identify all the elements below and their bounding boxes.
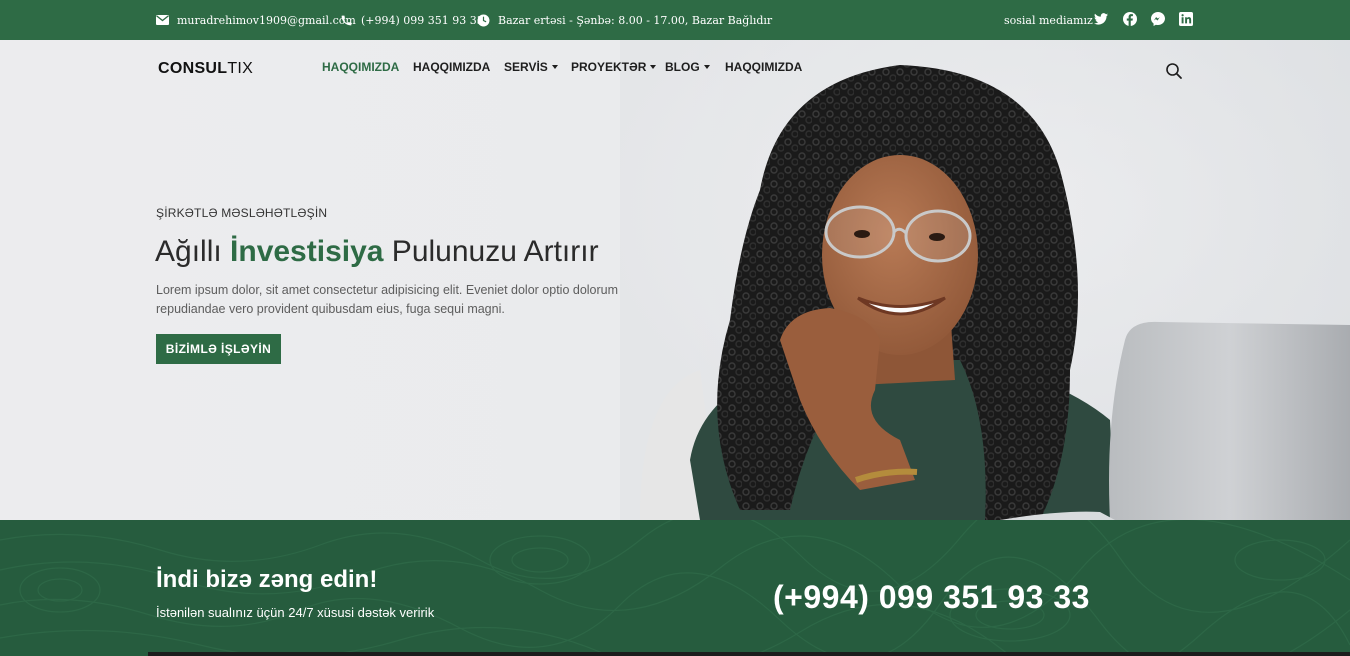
hero-section: CONSULTIX HAQQIMIZDA HAQQIMIZDA SERVİS P…: [0, 40, 1350, 520]
call-band-subtitle: İstənilən sualınız üçün 24/7 xüsusi dəst…: [156, 605, 435, 620]
topbar-email[interactable]: muradrehimov1909@gmail.com: [156, 0, 356, 40]
bottom-divider: [148, 652, 1350, 656]
topbar-phone-text: (+994) 099 351 93 33: [361, 13, 484, 27]
nav-item-label: HAQQIMIZDA: [413, 60, 491, 74]
topbar-email-text: muradrehimov1909@gmail.com: [177, 13, 356, 27]
caret-down-icon: [650, 65, 657, 69]
social-label: sosial mediamız: [1004, 13, 1093, 27]
linkedin-icon[interactable]: [1178, 11, 1194, 27]
nav-item-proyekter[interactable]: PROYEKTƏR: [571, 60, 657, 74]
messenger-icon[interactable]: [1150, 11, 1166, 27]
nav-item-label: HAQQIMIZDA: [725, 60, 803, 74]
nav-item-label: SERVİS: [504, 60, 548, 74]
nav-item-label: PROYEKTƏR: [571, 60, 647, 74]
hero-headline: Ağıllı İnvestisiya Pulunuzu Artırır: [155, 235, 599, 269]
nav-item-blog[interactable]: BLOG: [665, 60, 710, 74]
topbar-phone[interactable]: (+994) 099 351 93 33: [340, 0, 484, 40]
clock-icon: [477, 14, 490, 27]
headline-highlight: İnvestisiya: [230, 235, 384, 268]
site-logo[interactable]: CONSULTIX: [158, 60, 253, 78]
call-band-phone[interactable]: (+994) 099 351 93 33: [773, 579, 1090, 616]
headline-post: Pulunuzu Artırır: [383, 235, 599, 268]
twitter-icon[interactable]: [1093, 11, 1109, 27]
phone-icon: [340, 14, 353, 27]
topbar-hours-text: Bazar ertəsi - Şənbə: 8.00 - 17.00, Baza…: [498, 13, 773, 27]
hero-lead: Lorem ipsum dolor, sit amet consectetur …: [156, 283, 619, 316]
topbar-hours: Bazar ertəsi - Şənbə: 8.00 - 17.00, Baza…: [477, 0, 772, 40]
caret-down-icon: [551, 65, 558, 69]
search-icon[interactable]: [1165, 62, 1183, 80]
hero-eyebrow: ŞİRKƏTLƏ MƏSLƏHƏTLƏŞİN: [156, 206, 328, 220]
envelope-icon: [156, 15, 169, 25]
nav-item-haqqimizda-3[interactable]: HAQQIMIZDA: [725, 60, 802, 74]
call-band-title: İndi bizə zəng edin!: [156, 566, 378, 593]
nav-item-label: BLOG: [665, 60, 700, 74]
logo-bold-text: CONSUL: [158, 60, 228, 77]
nav-item-label: HAQQIMIZDA: [322, 60, 400, 74]
headline-pre: Ağıllı: [155, 235, 231, 268]
work-with-us-button[interactable]: BİZİMLƏ İŞLƏYİN: [156, 334, 281, 364]
hero-photo: [620, 40, 1350, 520]
nav-item-servis[interactable]: SERVİS: [504, 60, 558, 74]
call-band: İndi bizə zəng edin! İstənilən sualınız …: [0, 520, 1350, 656]
logo-light-text: TIX: [227, 60, 254, 77]
caret-down-icon: [703, 65, 710, 69]
top-bar: muradrehimov1909@gmail.com (+994) 099 35…: [0, 0, 1350, 40]
facebook-icon[interactable]: [1122, 11, 1138, 27]
nav-item-haqqimizda-1[interactable]: HAQQIMIZDA: [322, 60, 399, 74]
nav-item-haqqimizda-2[interactable]: HAQQIMIZDA: [413, 60, 490, 74]
